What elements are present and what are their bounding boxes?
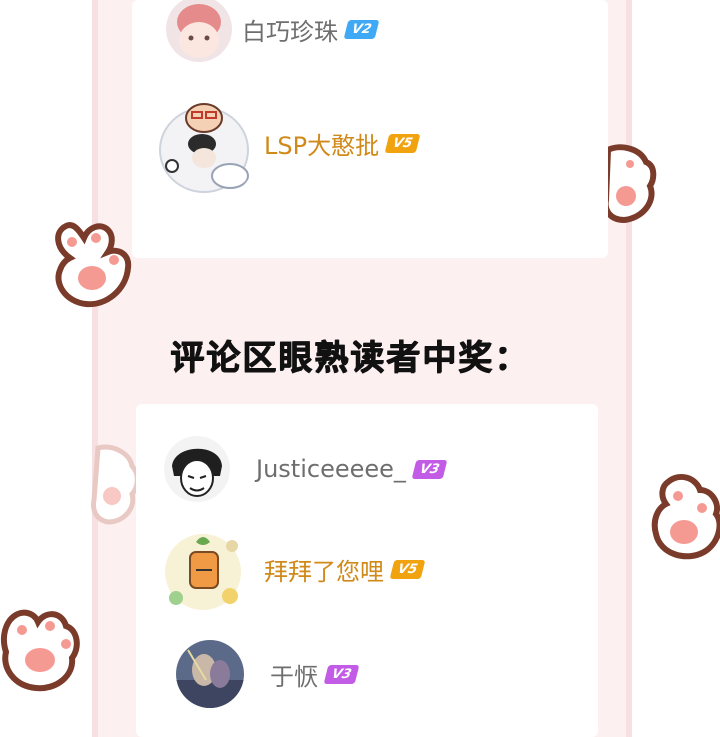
avatar[interactable]: [166, 0, 232, 62]
section-heading: 评论区眼熟读者中奖：: [170, 338, 530, 378]
avatar[interactable]: [164, 436, 230, 502]
username[interactable]: 于恹: [270, 657, 318, 692]
level-badge: V3: [411, 459, 448, 479]
username[interactable]: Justiceeeee_: [256, 455, 406, 483]
username[interactable]: LSP大憨批: [264, 126, 379, 161]
paw-icon: [651, 473, 720, 560]
level-badge: V5: [389, 559, 426, 579]
avatar[interactable]: [176, 640, 244, 708]
avatar[interactable]: [156, 522, 250, 616]
avatar[interactable]: [152, 88, 256, 198]
level-badge: V5: [384, 133, 421, 153]
paw-icon: [0, 609, 80, 692]
username[interactable]: 白巧珍珠: [242, 12, 338, 47]
paw-icon: [55, 222, 132, 308]
paw-icon: [602, 144, 657, 224]
level-badge: V3: [323, 664, 360, 684]
username[interactable]: 拜拜了您哩: [264, 552, 384, 587]
user-row[interactable]: LSP大憨批 V5: [152, 88, 421, 198]
paw-icon: [91, 444, 140, 525]
level-badge: V2: [343, 19, 380, 39]
winner-row[interactable]: Justiceeeee_ V3: [164, 436, 448, 502]
winner-row[interactable]: 拜拜了您哩 V5: [156, 522, 426, 616]
winner-row[interactable]: 于恹 V3: [176, 640, 360, 708]
user-row[interactable]: 白巧珍珠 V2: [166, 0, 380, 62]
